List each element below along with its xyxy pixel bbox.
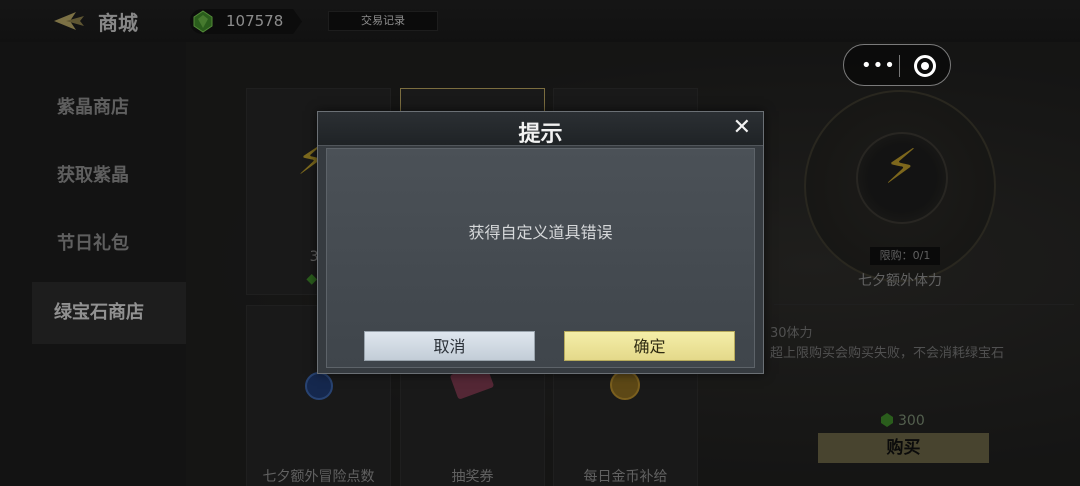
cancel-button[interactable]: 取消 [364, 331, 535, 361]
confirm-button[interactable]: 确定 [564, 331, 735, 361]
miniprogram-capsule: ••• [843, 44, 951, 86]
dialog-title: 提示 [518, 122, 563, 147]
dialog-message: 获得自定义道具错误 [468, 223, 613, 242]
exit-miniprogram-icon[interactable] [914, 55, 936, 77]
alert-dialog: 提示 ✕ 获得自定义道具错误 取消 确定 [317, 111, 764, 374]
dialog-header: 提示 ✕ [318, 112, 763, 147]
dialog-body: 获得自定义道具错误 取消 确定 [326, 148, 755, 368]
close-icon[interactable]: ✕ [733, 116, 751, 140]
capsule-divider [899, 55, 900, 77]
more-options-icon[interactable]: ••• [861, 55, 896, 76]
